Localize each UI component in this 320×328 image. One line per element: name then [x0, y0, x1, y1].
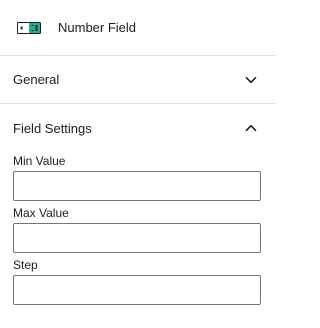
step-label: Step [13, 258, 38, 272]
step-input[interactable] [13, 275, 261, 305]
field-settings-section-title: Field Settings [13, 120, 92, 136]
max-value-label: Max Value [13, 206, 69, 220]
min-value-label: Min Value [13, 154, 66, 168]
general-section-title: General [13, 72, 60, 87]
chevron-up-icon [239, 116, 263, 140]
block-inspector-panel: Number Field General Field Settings Min … [0, 0, 276, 328]
number-field-icon [16, 21, 42, 35]
field-settings-section-toggle[interactable]: Field Settings [0, 104, 276, 152]
field-settings-body: Min Value Max Value Step [0, 152, 276, 305]
chevron-down-icon [239, 68, 263, 92]
block-card: Number Field [0, 0, 276, 56]
max-value-input[interactable] [13, 223, 261, 253]
block-title: Number Field [58, 20, 137, 35]
general-section-toggle[interactable]: General [0, 56, 276, 104]
min-value-input[interactable] [13, 171, 261, 201]
